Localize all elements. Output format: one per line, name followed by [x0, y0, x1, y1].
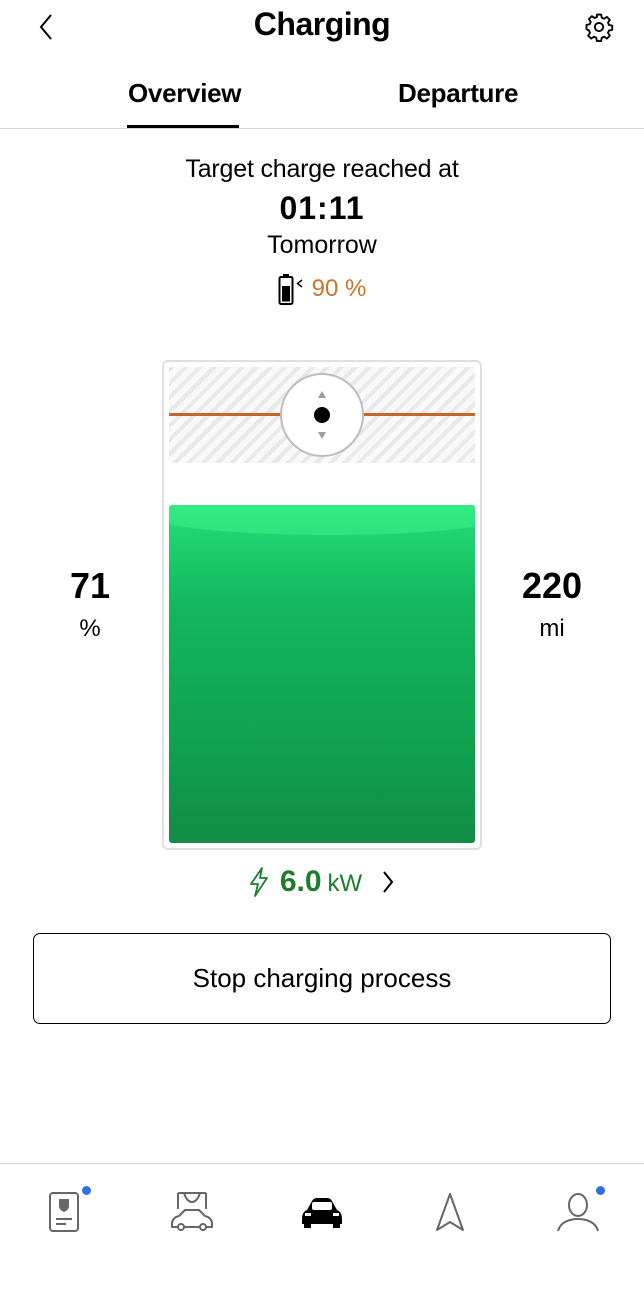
notification-badge — [596, 1186, 605, 1195]
target-charge-percent-row: 90 % — [0, 272, 644, 306]
state-of-charge-unit: % — [79, 615, 101, 642]
nav-item-vehicle-pass[interactable] — [32, 1182, 96, 1242]
charging-power-value: 6.0 — [279, 865, 322, 898]
car-icon — [302, 1198, 342, 1228]
target-level-line — [169, 413, 280, 417]
charging-power-unit: kW — [327, 870, 363, 897]
active-tab-indicator — [127, 125, 239, 128]
target-charge-day: Tomorrow — [267, 231, 377, 259]
target-charge-label: Target charge reached at — [185, 155, 459, 183]
settings-button[interactable] — [582, 10, 616, 44]
vehicle-pass-icon — [49, 1192, 79, 1232]
chevron-right-icon — [383, 871, 394, 893]
charge-wave — [169, 505, 475, 536]
battery-charge-fill — [169, 505, 475, 843]
handle-dot-icon — [314, 406, 330, 423]
tab-departure[interactable]: Departure — [398, 78, 518, 123]
charging-power-link[interactable]: 6.0 kW — [0, 865, 644, 899]
battery-level-gauge — [162, 360, 482, 850]
target-charge-time: 01:11 — [279, 190, 365, 226]
profile-icon — [557, 1193, 599, 1232]
bottom-navigation — [0, 1163, 644, 1300]
tab-overview[interactable]: Overview — [128, 78, 242, 123]
tab-bar: Overview Departure — [0, 72, 644, 129]
electric-range-unit: mi — [539, 615, 565, 642]
nav-item-my-car[interactable] — [290, 1182, 354, 1242]
battery-target-icon — [278, 274, 303, 305]
nav-item-navigation[interactable] — [418, 1182, 482, 1242]
page-title: Charging — [253, 6, 391, 42]
target-percent-value: 90 % — [311, 275, 367, 302]
notification-badge — [82, 1186, 91, 1195]
stop-charging-button[interactable]: Stop charging process — [33, 933, 611, 1024]
nav-item-profile[interactable] — [546, 1182, 610, 1242]
state-of-charge: 71 % — [40, 565, 140, 643]
lightning-icon — [249, 867, 268, 897]
nav-item-garage[interactable] — [160, 1182, 224, 1242]
navigation-icon — [436, 1193, 464, 1231]
state-of-charge-value: 71 — [69, 565, 111, 606]
charge-summary: Target charge reached at 01:11 Tomorrow … — [0, 155, 644, 306]
gear-icon — [585, 13, 614, 42]
arrow-up-icon — [318, 390, 326, 398]
target-level-line — [364, 413, 475, 417]
electric-range-value: 220 — [521, 565, 583, 606]
arrow-down-icon — [318, 431, 326, 439]
car-garage-icon — [171, 1192, 213, 1231]
header: Charging — [0, 0, 644, 56]
target-charge-slider-handle[interactable] — [280, 372, 364, 457]
electric-range: 220 mi — [502, 565, 602, 643]
